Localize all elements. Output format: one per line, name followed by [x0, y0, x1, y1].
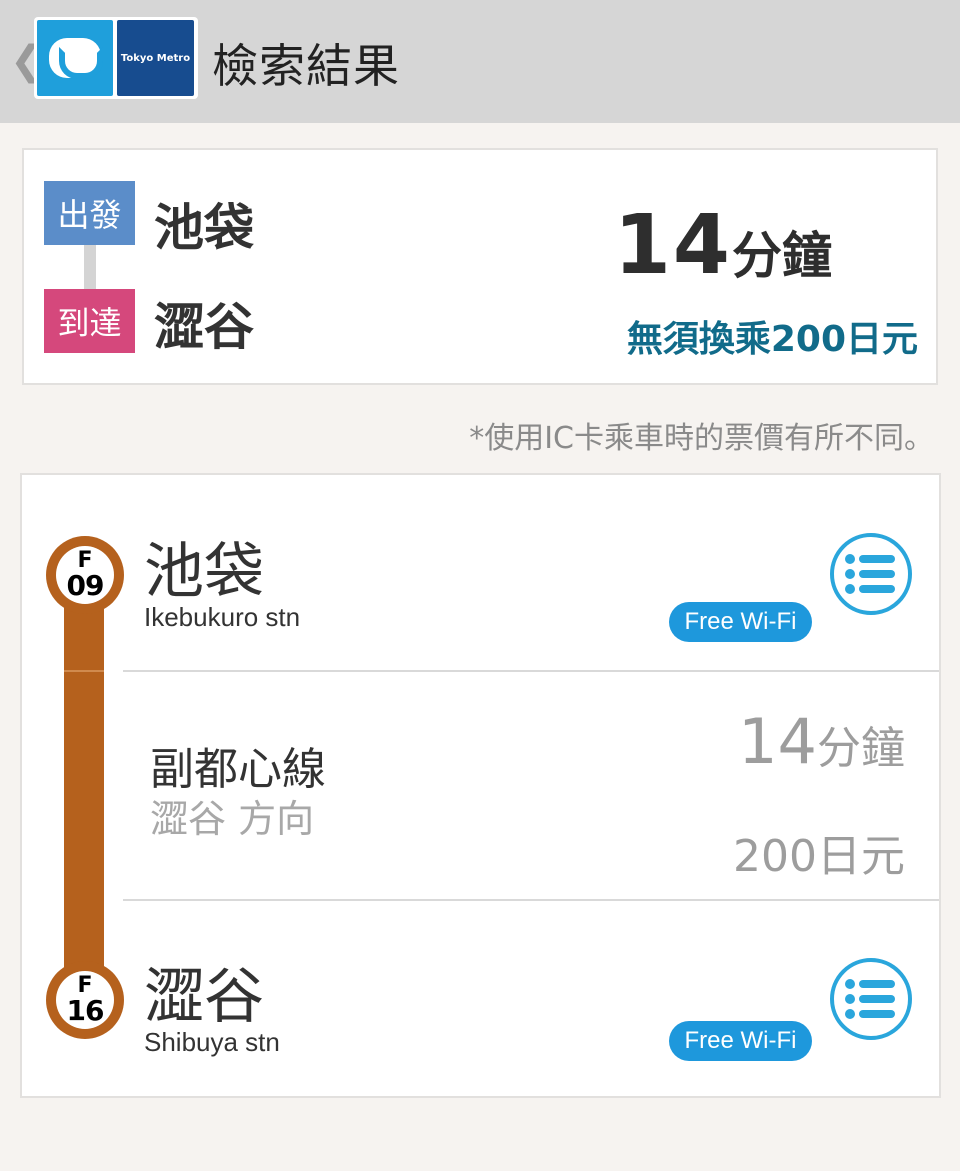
- tokyo-metro-logo: Tokyo Metro: [34, 17, 198, 99]
- divider: [123, 899, 939, 901]
- start-station-name-en: Ikebukuro stn: [144, 602, 301, 632]
- total-duration-unit: 分鐘: [732, 227, 832, 285]
- route-summary-card: 出發 到達 池袋 澀谷 14分鐘 無須換乘200日元: [22, 148, 938, 385]
- departure-tag: 出發: [44, 181, 135, 245]
- back-chevron-icon[interactable]: ❮: [10, 36, 44, 86]
- end-station-menu-button[interactable]: [830, 958, 912, 1040]
- page-title: 檢索結果: [212, 39, 400, 93]
- divider: [123, 670, 939, 672]
- list-icon: [845, 554, 895, 594]
- arrival-station: 澀谷: [154, 298, 254, 356]
- logo-brand-text: Tokyo Metro: [117, 20, 194, 96]
- station-number-badge: F 16: [46, 961, 124, 1039]
- end-station-name: 澀谷: [144, 962, 264, 1032]
- free-wifi-badge: Free Wi-Fi: [669, 1021, 812, 1061]
- line-direction: 澀谷 方向: [150, 797, 315, 841]
- segment-duration-unit: 分鐘: [817, 723, 905, 774]
- app-header: ❮ Tokyo Metro 檢索結果: [0, 0, 960, 123]
- route-detail-card: F 09 池袋 Ikebukuro stn Free Wi-Fi 副都心線 澀谷…: [20, 473, 941, 1098]
- line-track: [64, 570, 104, 990]
- total-fare: 無須換乘200日元: [626, 319, 918, 360]
- arrival-tag: 到達: [44, 289, 135, 353]
- line-track-divider: [64, 670, 104, 672]
- free-wifi-badge: Free Wi-Fi: [669, 602, 812, 642]
- segment-fare: 200日元: [733, 831, 905, 882]
- ic-card-note: *使用IC卡乘車時的票價有所不同。: [469, 421, 934, 456]
- start-station-menu-button[interactable]: [830, 533, 912, 615]
- station-number-badge: F 09: [46, 536, 124, 614]
- total-duration: 14分鐘: [614, 198, 832, 293]
- total-duration-value: 14: [613, 198, 732, 293]
- list-icon: [845, 979, 895, 1019]
- start-station-name: 池袋: [144, 537, 264, 607]
- metro-m-logo-icon: [37, 20, 113, 96]
- departure-station: 池袋: [154, 199, 254, 257]
- end-station-name-en: Shibuya stn: [144, 1027, 280, 1057]
- segment-duration-value: 14: [738, 705, 817, 778]
- segment-duration: 14分鐘: [738, 705, 905, 778]
- tag-connector: [84, 245, 96, 289]
- station-code-number: 09: [66, 569, 105, 602]
- station-code-number: 16: [66, 994, 105, 1027]
